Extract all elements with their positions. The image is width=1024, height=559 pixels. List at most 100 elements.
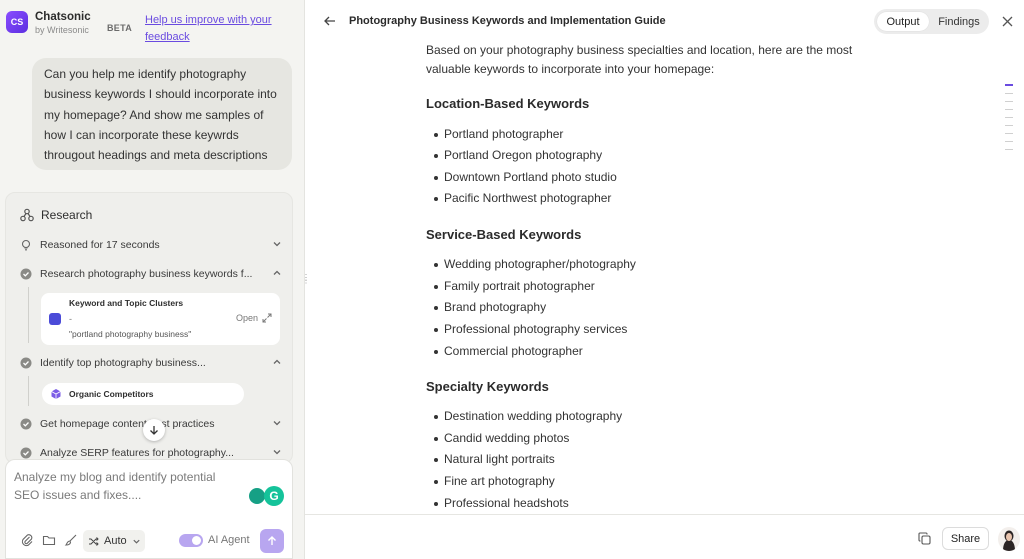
list-item: Professional headshots	[434, 496, 569, 510]
organic-competitors-label: Organic Competitors	[69, 389, 154, 399]
tool-icon	[49, 313, 61, 325]
chevron-down-icon[interactable]	[272, 239, 282, 249]
list-item: Fine art photography	[434, 474, 555, 488]
research-step-label: Research photography business keywords f…	[40, 268, 253, 280]
back-arrow-icon[interactable]	[322, 13, 338, 29]
message-composer: G Auto AI Agent	[5, 459, 293, 559]
brush-icon[interactable]	[64, 533, 78, 547]
toc-marker[interactable]	[1005, 117, 1013, 118]
toc-marker[interactable]	[1005, 133, 1013, 134]
ai-agent-label: AI Agent	[208, 534, 250, 546]
list-item-text: Destination wedding photography	[444, 409, 623, 423]
toc-marker[interactable]	[1005, 125, 1013, 126]
send-button[interactable]	[260, 529, 284, 553]
document-content: Based on your photography business speci…	[426, 40, 896, 514]
list-item-text: Downtown Portland photo studio	[444, 170, 617, 184]
intro-paragraph: Based on your photography business speci…	[426, 43, 853, 76]
message-input[interactable]	[14, 468, 244, 508]
chatsonic-logo[interactable]: CS	[6, 11, 28, 33]
resize-handle[interactable]: ⋮ ⋮	[302, 274, 310, 285]
research-step-label: Identify top photography business...	[40, 357, 206, 369]
cube-icon	[51, 389, 61, 399]
check-circle-icon	[20, 447, 32, 459]
list-item-text: Professional headshots	[444, 496, 569, 510]
shuffle-icon	[89, 536, 99, 546]
copy-icon[interactable]	[918, 532, 931, 545]
list-item: Family portrait photographer	[434, 279, 595, 293]
app-byline: by Writesonic	[35, 25, 89, 35]
list-item: Wedding photographer/photography	[434, 257, 636, 271]
list-item-text: Natural light portraits	[444, 452, 555, 466]
research-step[interactable]: Reasoned for 17 seconds	[20, 236, 282, 254]
toc-marker[interactable]	[1005, 93, 1013, 94]
arrow-up-icon	[268, 536, 276, 545]
ai-agent-toggle[interactable]	[179, 534, 203, 547]
chevron-down-icon[interactable]	[272, 418, 282, 428]
toc-marker[interactable]	[1005, 141, 1013, 142]
grammarly-suggestion-icon[interactable]	[249, 488, 265, 504]
open-link[interactable]: Open	[236, 313, 258, 323]
scroll-down-button[interactable]	[143, 419, 165, 441]
list-item: Destination wedding photography	[434, 409, 622, 423]
section-navigator[interactable]	[1005, 84, 1013, 157]
toc-marker[interactable]	[1005, 109, 1013, 110]
arrow-down-icon	[150, 426, 158, 435]
list-item-text: Portland Oregon photography	[444, 148, 603, 162]
tool-card-dash: -	[69, 314, 72, 324]
list-item: Downtown Portland photo studio	[434, 170, 617, 184]
research-title: Research	[41, 208, 93, 222]
lightbulb-icon	[21, 239, 31, 251]
organic-competitors-pill[interactable]: Organic Competitors	[42, 383, 244, 405]
list-item-text: Brand photography	[444, 300, 547, 314]
list-item: Portland photographer	[434, 127, 563, 141]
list-item-text: Pacific Northwest photographer	[444, 191, 612, 205]
check-circle-icon	[20, 418, 32, 430]
mode-selector[interactable]: Auto	[83, 530, 145, 552]
research-panel: Research Reasoned for 17 seconds Researc…	[5, 192, 293, 464]
brand: CS Chatsonic by Writesonic	[6, 10, 91, 36]
beta-badge: BETA	[107, 23, 133, 33]
section-heading: Service-Based Keywords	[426, 227, 582, 242]
grammarly-icon[interactable]: G	[264, 486, 284, 506]
chevron-down-icon	[133, 539, 140, 544]
mode-label: Auto	[104, 535, 127, 547]
app-name: Chatsonic	[35, 11, 91, 23]
folder-icon[interactable]	[42, 533, 56, 547]
list-item-text: Family portrait photographer	[444, 279, 595, 293]
list-item-text: Professional photography services	[444, 322, 628, 336]
check-circle-icon	[20, 357, 32, 369]
section-heading: Location-Based Keywords	[426, 96, 590, 111]
research-step-label: Reasoned for 17 seconds	[40, 239, 160, 251]
research-step[interactable]: Research photography business keywords f…	[20, 265, 282, 283]
close-icon[interactable]	[1001, 15, 1014, 28]
share-button[interactable]: Share	[942, 527, 989, 550]
user-avatar[interactable]	[998, 527, 1020, 551]
list-item: Commercial photographer	[434, 344, 583, 358]
list-item-text: Portland photographer	[444, 127, 564, 141]
research-header[interactable]: Research	[20, 208, 92, 222]
user-message: Can you help me identify photography bus…	[32, 58, 292, 170]
view-tabs: Output Findings	[874, 9, 989, 34]
research-step[interactable]: Identify top photography business...	[20, 354, 282, 372]
tab-findings[interactable]: Findings	[932, 12, 986, 31]
chevron-up-icon[interactable]	[272, 357, 282, 367]
chevron-down-icon[interactable]	[272, 447, 282, 457]
document-footer: Share	[305, 514, 1024, 559]
toc-marker[interactable]	[1005, 84, 1013, 86]
chevron-up-icon[interactable]	[272, 268, 282, 278]
paperclip-icon[interactable]	[20, 533, 34, 547]
research-step-label: Get homepage content best practices	[40, 418, 215, 430]
step-connector	[28, 287, 29, 343]
list-item: Natural light portraits	[434, 452, 555, 466]
tool-card-title: Keyword and Topic Clusters	[69, 298, 184, 308]
feedback-link[interactable]: Help us improve with your feedback	[145, 12, 295, 46]
expand-icon[interactable]	[262, 313, 272, 323]
toc-marker[interactable]	[1005, 149, 1013, 150]
tool-result-card[interactable]: Keyword and Topic Clusters - "portland p…	[41, 293, 280, 345]
tool-card-query: "portland photography business"	[69, 329, 192, 339]
toc-marker[interactable]	[1005, 101, 1013, 102]
list-item: Pacific Northwest photographer	[434, 191, 611, 205]
list-item: Professional photography services	[434, 322, 627, 336]
list-item: Brand photography	[434, 300, 546, 314]
tab-output[interactable]: Output	[877, 12, 929, 31]
